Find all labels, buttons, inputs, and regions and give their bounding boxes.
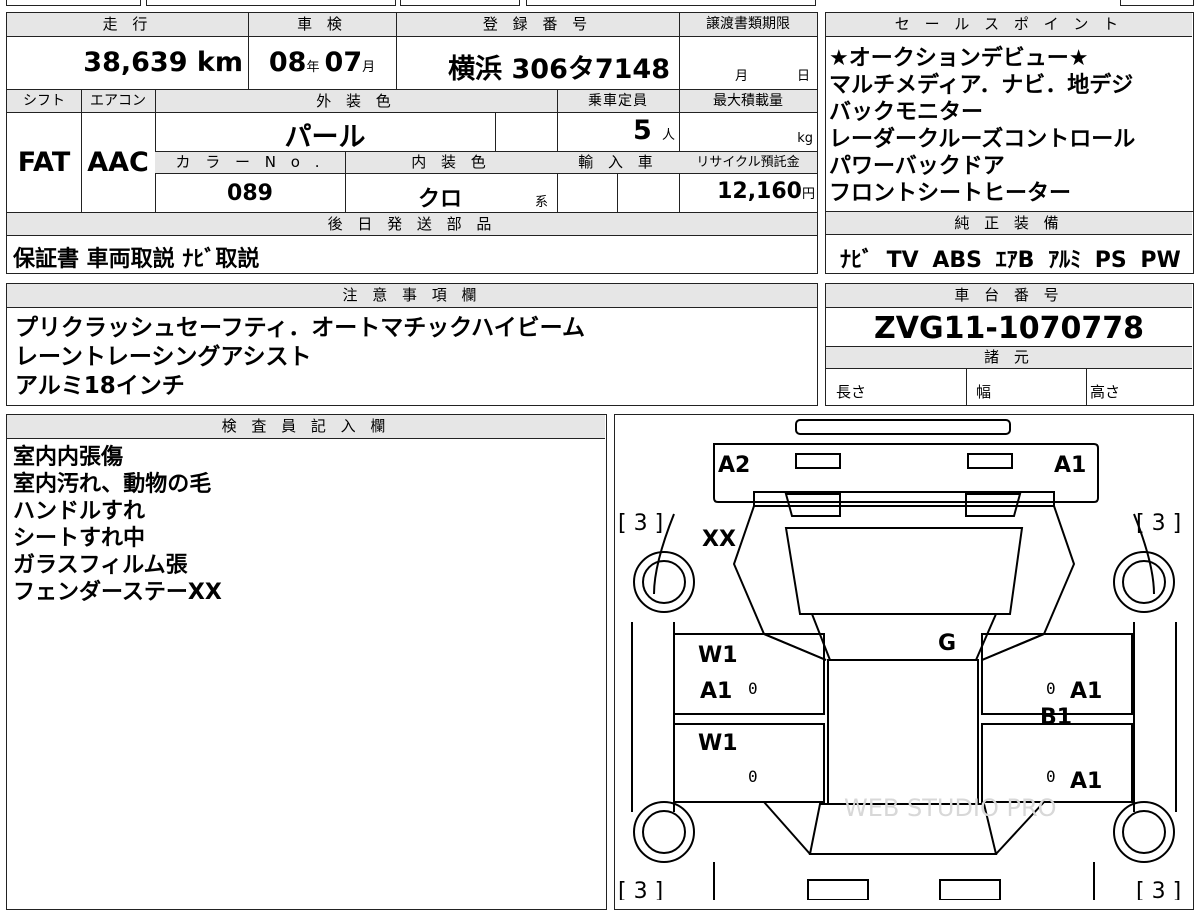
chassis-header: 車 台 番 号 [826, 284, 1192, 308]
max-load-header: 最大積載量 [679, 90, 817, 113]
mileage-value: 38,639 km [83, 47, 243, 78]
sales-points-list: ★オークションデビュー★ マルチメディア．ナビ．地デジ バックモニター レーダー… [829, 45, 1135, 207]
zero-right-upper: 0 [1046, 679, 1056, 698]
list-item: パワーバックドア [829, 154, 1005, 179]
later-parts-header: 後 日 発 送 部 品 [7, 213, 817, 236]
aircon-header: エアコン [81, 90, 155, 113]
label-xx: XX [702, 527, 736, 552]
rating-top-right: [ 3 ] [1136, 511, 1181, 536]
list-item: シートすれ中 [13, 526, 146, 551]
deadline-day: 日 [797, 69, 811, 84]
list-item: ガラスフィルム張 [13, 553, 188, 578]
vehicle-info-panel: 走 行 車 検 登 録 番 号 譲渡書類期限 38,639 km 08年 07月… [6, 12, 818, 274]
list-item: レーントレーシングアシスト [15, 344, 312, 370]
watermark: WEB STUDIO PRO [844, 794, 1057, 822]
sales-points-panel: セ ー ル ス ポ イ ン ト ★オークションデビュー★ マルチメディア．ナビ．… [825, 12, 1194, 212]
inspector-panel: 検 査 員 記 入 欄 室内内張傷 室内汚れ、動物の毛 ハンドルすれ シートすれ… [6, 414, 607, 910]
interior-color-header: 内 装 色 [345, 152, 557, 174]
shift-header: シフト [7, 90, 81, 113]
inspector-list: 室内内張傷 室内汚れ、動物の毛 ハンドルすれ シートすれ中 ガラスフィルム張 フ… [13, 444, 222, 606]
capacity-value: 5 人 [633, 115, 675, 146]
list-item: 室内内張傷 [13, 445, 124, 470]
notes-list: プリクラッシュセーフティ．オートマチックハイビーム レーントレーシングアシスト … [15, 314, 585, 401]
equipment-panel: 純 正 装 備 ﾅﾋﾞ TV ABS ｴｱB ｱﾙﾐ PS PW [825, 211, 1194, 274]
registration-value: 横浜 306タ7148 [448, 54, 670, 85]
label-w1-lower: W1 [698, 731, 738, 756]
zero-left-lower: 0 [748, 767, 758, 786]
rating-bottom-left: [ 3 ] [618, 879, 663, 900]
later-parts-value: 保証書 車両取説 ﾅﾋﾞ取説 [13, 247, 260, 272]
spec-height-label: 高さ [1090, 383, 1121, 401]
label-glass: G [938, 631, 956, 656]
list-item: アルミ18インチ [15, 373, 185, 399]
import-header: 輸 入 車 [557, 152, 679, 174]
aircon-value: AAC [87, 147, 149, 178]
registration-header: 登 録 番 号 [396, 13, 679, 37]
shift-value: FAT [17, 147, 71, 178]
recycle-header: リサイクル預託金 [679, 152, 817, 174]
recycle-fee-value: 12,160円 [717, 179, 815, 204]
interior-color-value: クロ [417, 187, 462, 212]
car-damage-diagram: A2 A1 [ 3 ] [ 3 ] [ 3 ] [ 3 ] XX G W1 A1… [618, 419, 1181, 900]
mileage-header: 走 行 [7, 13, 248, 37]
list-item: ハンドルすれ [13, 499, 146, 524]
sales-points-header: セ ー ル ス ポ イ ン ト [826, 13, 1192, 37]
list-item: プリクラッシュセーフティ．オートマチックハイビーム [15, 315, 585, 341]
list-item: ★オークションデビュー★ [829, 46, 1089, 71]
list-item: フロントシートヒーター [829, 181, 1072, 206]
interior-color-suffix: 系 [535, 195, 549, 210]
label-a1-right-lower: A1 [1070, 769, 1102, 794]
exterior-color-value: パール [284, 122, 366, 153]
equipment-header: 純 正 装 備 [826, 212, 1192, 235]
spec-width-label: 幅 [976, 383, 992, 401]
chassis-number: ZVG11-1070778 [874, 311, 1144, 346]
color-no-value: 089 [227, 181, 273, 206]
top-cropped-strip [0, 0, 1200, 8]
rating-top-left: [ 3 ] [618, 511, 663, 536]
notes-header: 注 意 事 項 欄 [7, 284, 817, 308]
deadline-header: 譲渡書類期限 [679, 13, 817, 37]
zero-right-lower: 0 [1046, 767, 1056, 786]
chassis-panel: 車 台 番 号 ZVG11-1070778 諸 元 長さ 幅 高さ [825, 283, 1194, 406]
specs-header: 諸 元 [826, 347, 1192, 369]
zero-left-upper: 0 [748, 679, 758, 698]
list-item: フェンダーステーXX [13, 580, 222, 605]
label-a2: A2 [718, 453, 750, 478]
exterior-color-header: 外 装 色 [155, 90, 557, 113]
spec-length-label: 長さ [836, 383, 867, 401]
list-item: バックモニター [829, 100, 984, 125]
label-w1-upper: W1 [698, 643, 738, 668]
list-item: レーダークルーズコントロール [829, 127, 1136, 152]
label-b1: B1 [1040, 705, 1072, 730]
label-a1-right-upper: A1 [1070, 679, 1102, 704]
color-no-header: カ ラ ー N o . [155, 152, 345, 174]
max-load-unit: kg [797, 131, 813, 146]
inspector-header: 検 査 員 記 入 欄 [7, 415, 605, 439]
inspection-value: 08年 07月 [268, 47, 376, 78]
inspection-header: 車 検 [248, 13, 396, 37]
rating-bottom-right: [ 3 ] [1136, 879, 1181, 900]
list-item: 室内汚れ、動物の毛 [13, 472, 212, 497]
list-item: マルチメディア．ナビ．地デジ [829, 73, 1134, 98]
notes-panel: 注 意 事 項 欄 プリクラッシュセーフティ．オートマチックハイビーム レーント… [6, 283, 818, 406]
label-a1-top: A1 [1054, 453, 1086, 478]
equipment-list: ﾅﾋﾞ TV ABS ｴｱB ｱﾙﾐ PS PW [840, 248, 1181, 273]
mileage-unit: km [196, 47, 243, 78]
capacity-header: 乗車定員 [557, 90, 679, 113]
deadline-month: 月 [735, 69, 749, 84]
label-a1-left: A1 [700, 679, 732, 704]
